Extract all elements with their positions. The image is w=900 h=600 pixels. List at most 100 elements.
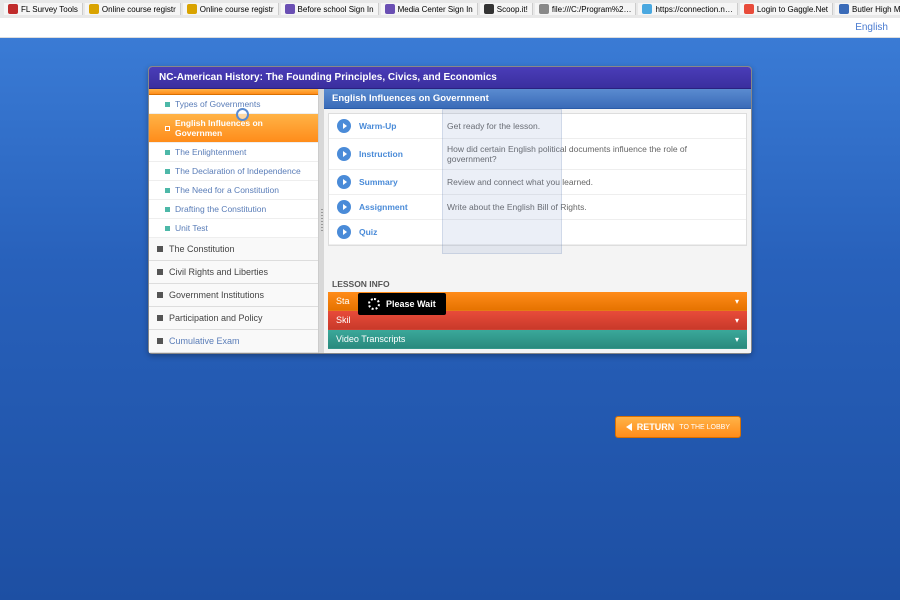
browser-tab[interactable]: https://connection.n… (638, 3, 737, 15)
sidebar-item-label: Unit Test (175, 223, 208, 233)
play-button[interactable] (337, 175, 351, 189)
bullet-icon (165, 188, 170, 193)
info-bar-label: Video Transcripts (336, 334, 405, 344)
unit-label: The Constitution (169, 244, 235, 254)
loading-overlay: Please Wait (358, 293, 446, 315)
browser-tab[interactable]: file:///C:/Program%2… (535, 3, 637, 15)
sidebar-lesson-item[interactable]: The Need for a Constitution (149, 181, 318, 200)
info-bar[interactable]: Video Transcripts▾ (328, 330, 747, 349)
play-icon (343, 179, 347, 185)
bullet-icon (157, 269, 163, 275)
play-icon (343, 151, 347, 157)
favicon-icon (484, 4, 494, 14)
favicon-icon (744, 4, 754, 14)
sidebar-unit-item[interactable]: Cumulative Exam (149, 330, 318, 353)
browser-tab[interactable]: Online course registr (85, 3, 181, 15)
favicon-icon (539, 4, 549, 14)
tab-label: FL Survey Tools (21, 5, 78, 14)
unit-list: The Constitution Civil Rights and Liberti… (149, 238, 318, 353)
play-icon (343, 229, 347, 235)
activity-description: Review and connect what you learned. (447, 177, 738, 187)
loading-text: Please Wait (386, 299, 436, 309)
sidebar-lesson-item[interactable]: English Influences on Governmen (149, 114, 318, 143)
unit-label: Cumulative Exam (169, 336, 240, 346)
activity-name[interactable]: Warm-Up (359, 121, 439, 131)
activity-name[interactable]: Summary (359, 177, 439, 187)
favicon-icon (8, 4, 18, 14)
browser-tab[interactable]: FL Survey Tools (4, 3, 83, 15)
browser-tab[interactable]: Before school Sign In (281, 3, 379, 15)
activity-row: InstructionHow did certain English polit… (329, 139, 746, 170)
favicon-icon (385, 4, 395, 14)
sidebar-item-label: The Declaration of Independence (175, 166, 301, 176)
browser-tab-strip: FL Survey Tools Online course registr Onli… (0, 0, 900, 18)
activity-name[interactable]: Instruction (359, 149, 439, 159)
return-button[interactable]: RETURN TO THE LOBBY (615, 416, 741, 438)
favicon-icon (187, 4, 197, 14)
sidebar-item-label: Types of Governments (175, 99, 261, 109)
tab-label: Media Center Sign In (398, 5, 473, 14)
lesson-title: English Influences on Government (324, 89, 751, 109)
play-button[interactable] (337, 200, 351, 214)
lesson-info-label: LESSON INFO (324, 273, 751, 292)
activity-name[interactable]: Assignment (359, 202, 439, 212)
tab-label: Scoop.it! (497, 5, 528, 14)
bullet-icon (165, 102, 170, 107)
course-title-bar: NC-American History: The Founding Princi… (149, 67, 751, 89)
bullet-icon (165, 207, 170, 212)
activity-row: Assignment Write about the English Bill o… (329, 195, 746, 220)
favicon-icon (642, 4, 652, 14)
favicon-icon (839, 4, 849, 14)
sidebar-lesson-item[interactable]: Types of Governments (149, 95, 318, 114)
browser-tab[interactable]: Login to Gaggle.Net (740, 3, 833, 15)
tab-label: Login to Gaggle.Net (757, 5, 828, 14)
unit-label: Participation and Policy (169, 313, 263, 323)
bullet-icon (165, 226, 170, 231)
sidebar-item-label: The Need for a Constitution (175, 185, 279, 195)
spinner-icon (368, 298, 380, 310)
sidebar-unit-item[interactable]: Government Institutions (149, 284, 318, 307)
tab-label: Butler High Media Ce (852, 5, 900, 14)
browser-tab[interactable]: Media Center Sign In (381, 3, 478, 15)
sidebar-lesson-item[interactable]: The Declaration of Independence (149, 162, 318, 181)
play-icon (343, 123, 347, 129)
sidebar-unit-item[interactable]: Civil Rights and Liberties (149, 261, 318, 284)
return-label: RETURN (637, 422, 675, 432)
browser-tab[interactable]: Scoop.it! (480, 3, 533, 15)
unit-label: Government Institutions (169, 290, 264, 300)
back-arrow-icon (626, 423, 632, 431)
to-lobby-label: TO THE LOBBY (679, 424, 730, 431)
course-body: Types of Governments English Influences o… (149, 89, 751, 353)
sidebar-lesson-item[interactable]: Drafting the Constitution (149, 200, 318, 219)
course-shell: NC-American History: The Founding Princi… (148, 66, 752, 354)
sidebar-item-label: English Influences on Governmen (175, 118, 312, 138)
play-button[interactable] (337, 147, 351, 161)
activity-description: Write about the English Bill of Rights. (447, 202, 738, 212)
browser-tab[interactable]: Online course registr (183, 3, 279, 15)
tab-label: Online course registr (200, 5, 274, 14)
sidebar-item-label: The Enlightenment (175, 147, 246, 157)
bullet-icon (157, 246, 163, 252)
play-icon (343, 204, 347, 210)
tab-label: https://connection.n… (655, 5, 732, 14)
sidebar-lesson-item[interactable]: The Enlightenment (149, 143, 318, 162)
play-button[interactable] (337, 119, 351, 133)
bullet-icon (157, 292, 163, 298)
favicon-icon (89, 4, 99, 14)
activity-row: Summary Review and connect what you learn… (329, 170, 746, 195)
chevron-down-icon: ▾ (735, 316, 739, 325)
sidebar-unit-item[interactable]: The Constitution (149, 238, 318, 261)
bullet-icon (165, 169, 170, 174)
activity-row: Warm-UpGet ready for the lesson. (329, 114, 746, 139)
sidebar-unit-item[interactable]: Participation and Policy (149, 307, 318, 330)
language-link[interactable]: English (855, 22, 888, 33)
chevron-down-icon: ▾ (735, 297, 739, 306)
play-button[interactable] (337, 225, 351, 239)
tab-label: Online course registr (102, 5, 176, 14)
bullet-icon (157, 338, 163, 344)
browser-tab[interactable]: Butler High Media Ce (835, 3, 900, 15)
favicon-icon (285, 4, 295, 14)
bullet-icon (165, 126, 170, 131)
activity-name[interactable]: Quiz (359, 227, 439, 237)
sidebar-lesson-item[interactable]: Unit Test (149, 219, 318, 238)
